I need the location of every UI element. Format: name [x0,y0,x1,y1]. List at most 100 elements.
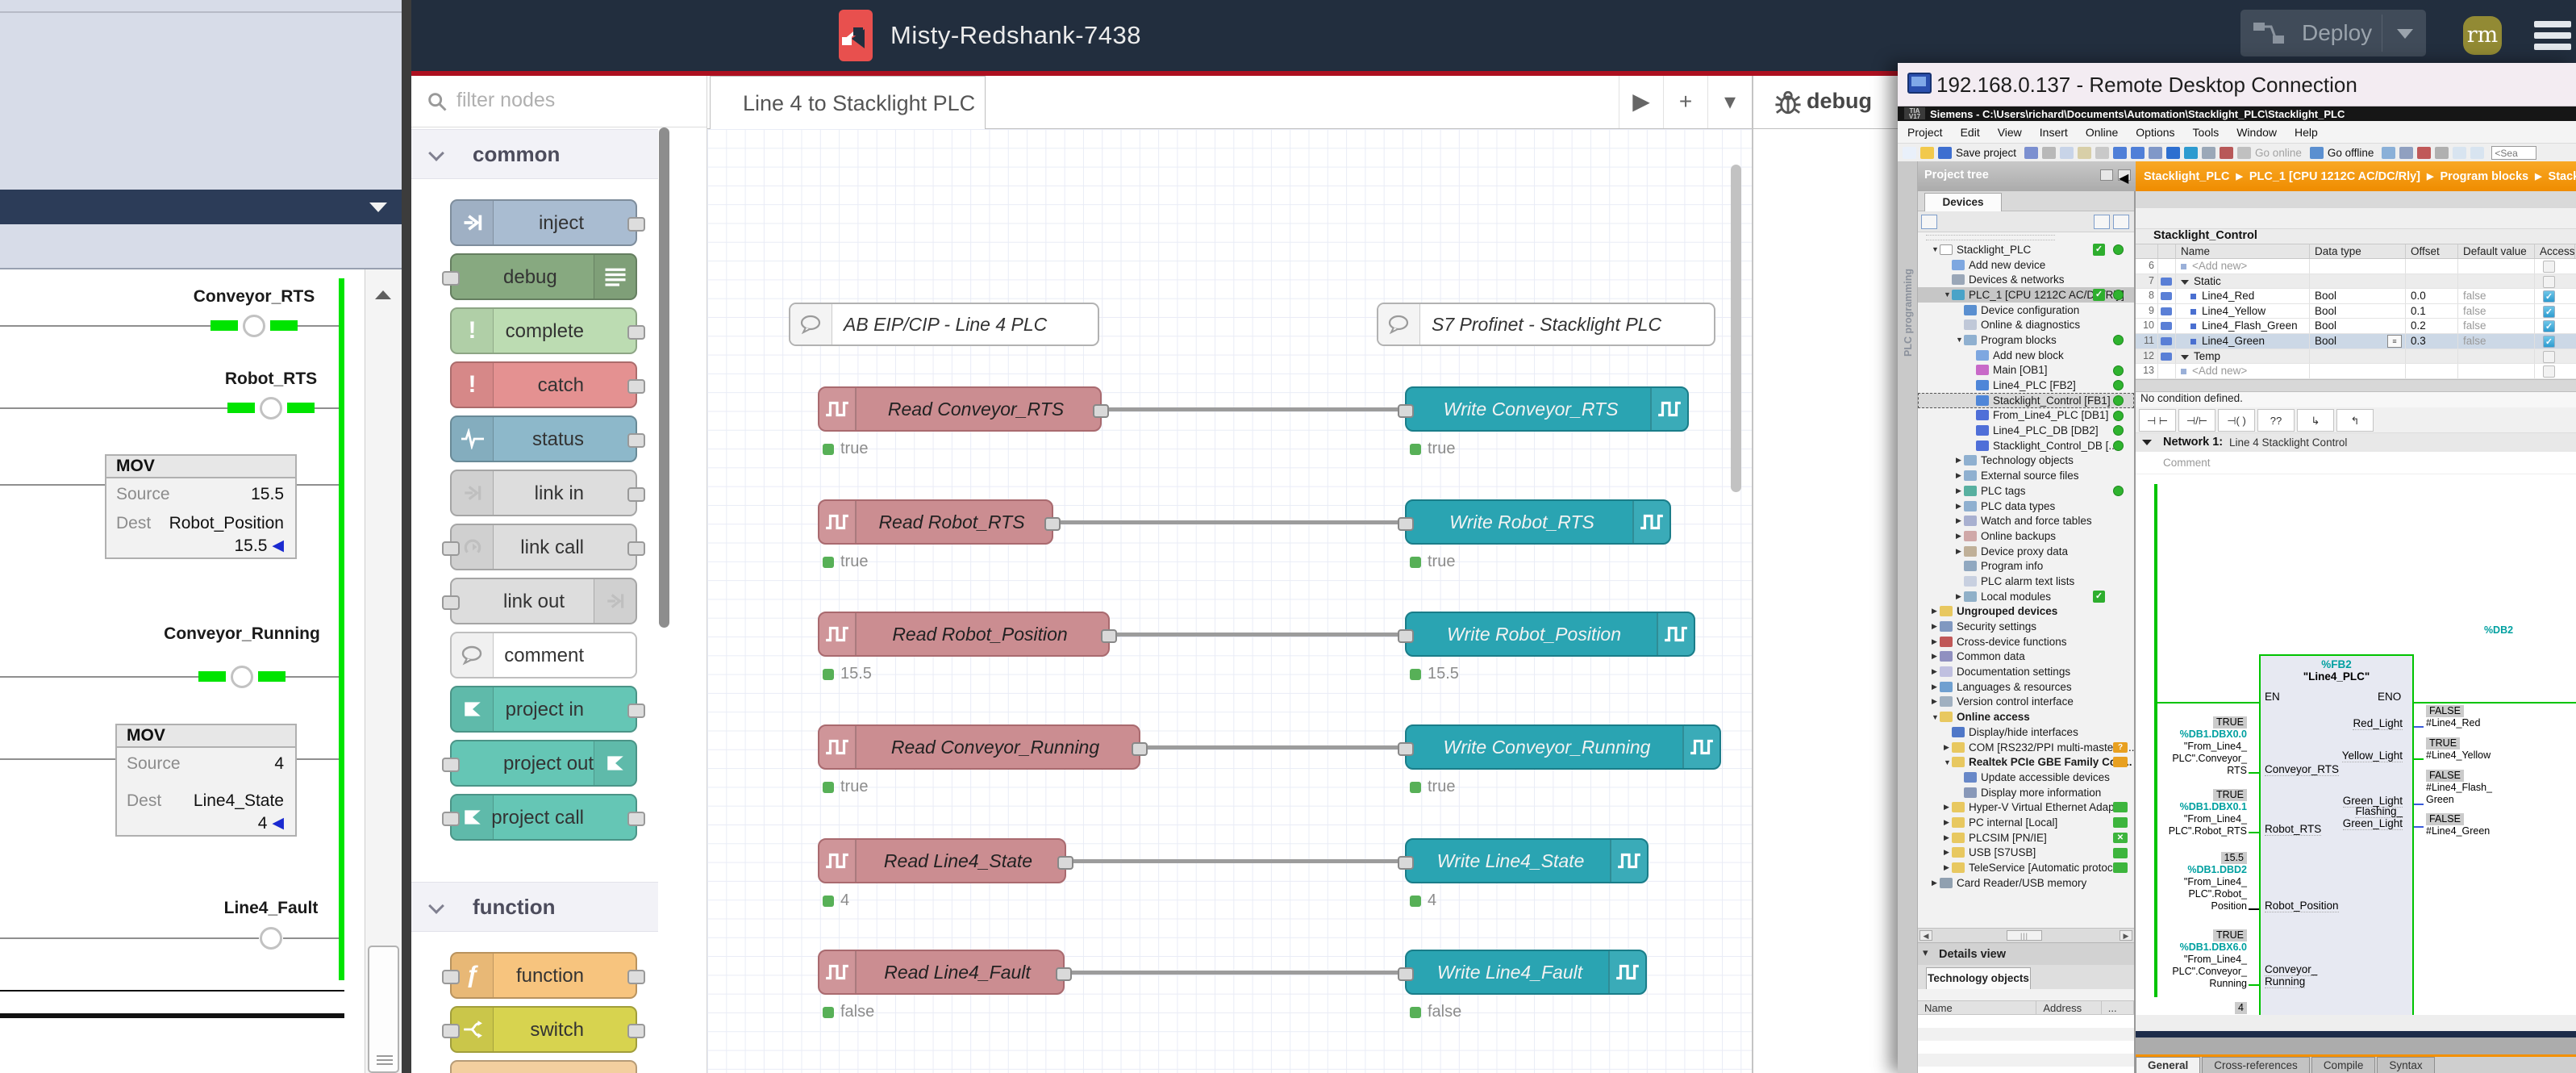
interface-row[interactable]: 6<Add new> [2136,259,2576,274]
palette-node-status[interactable]: status [450,415,637,462]
read-node[interactable]: Read Conveyor_Running [818,724,1140,770]
tree-item[interactable]: ▶Common data [1918,649,2134,665]
tree-down-arrow-icon[interactable]: ▼ [1944,758,1952,766]
accessible-checkbox[interactable] [2543,276,2555,288]
scroll-up-icon[interactable] [375,290,391,299]
menu-item-online[interactable]: Online [2086,126,2118,139]
tree-item[interactable]: ▼Stacklight_PLC✓ [1918,242,2134,257]
download-icon[interactable] [2166,147,2180,159]
palette-node-link-call[interactable]: link call [450,524,637,570]
tree-right-arrow-icon[interactable]: ▶ [1944,848,1952,857]
tab-scroll-button[interactable]: ▶ [1619,76,1663,128]
output-port[interactable] [627,487,645,502]
tree-item[interactable]: Line4_PLC [FB2] [1918,378,2134,393]
output-port[interactable] [627,379,645,394]
tree-item[interactable]: ▶Cross-device functions [1918,634,2134,649]
go-online-label[interactable]: Go online [2255,147,2302,159]
default-cell[interactable] [2458,364,2535,378]
accessible-cell[interactable]: ✓ [2535,289,2575,303]
input-port[interactable] [442,970,460,984]
tree-item[interactable]: ▶COM [RS232/PPI multi-master c...? [1918,740,2134,755]
split-horizontal-icon[interactable] [2453,147,2466,159]
write-node[interactable]: Write Conveyor_Running [1405,724,1721,770]
tree-item[interactable]: ▶Ungrouped devices [1918,604,2134,620]
palette-node-link-out[interactable]: link out [450,578,637,624]
tree-right-arrow-icon[interactable]: ▶ [1932,607,1940,616]
palette-category-function[interactable]: function [411,882,658,932]
menu-item-options[interactable]: Options [2136,126,2174,139]
tree-item[interactable]: ▶External source files [1918,468,2134,483]
output-port[interactable] [627,970,645,984]
palette-node-switch[interactable]: switch [450,1006,637,1053]
tree-item[interactable]: ▶PC internal [Local] [1918,815,2134,830]
offset-cell[interactable] [2406,259,2458,273]
input-port[interactable] [442,271,460,286]
tree-down-arrow-icon[interactable]: ▼ [1932,713,1940,721]
tree-item[interactable]: Line4_PLC_DB [DB2] [1918,423,2134,438]
palette-node-partial[interactable] [450,1060,637,1073]
interface-row[interactable]: 11Line4_GreenBool≡0.3false✓ [2136,334,2576,349]
pane-option-icon[interactable] [2100,169,2113,181]
offset-cell[interactable]: 0.3 [2406,334,2458,349]
flow-list-caret[interactable]: ▾ [1707,76,1752,128]
diagnostics-icon[interactable] [2382,147,2395,159]
go-offline-label[interactable]: Go offline [2328,147,2374,159]
default-cell[interactable] [2458,349,2535,364]
ladder-scrollbar[interactable] [365,269,402,1073]
menu-item-edit[interactable]: Edit [1961,126,1980,139]
tree-new-icon[interactable] [2113,215,2129,229]
accessible-cell[interactable] [2535,349,2575,364]
tree-down-arrow-icon[interactable]: ▼ [1944,290,1952,299]
accessible-cell[interactable] [2535,364,2575,378]
output-port[interactable] [627,541,645,556]
tree-right-arrow-icon[interactable]: ▶ [1932,879,1940,887]
offset-cell[interactable] [2406,274,2458,289]
split-vertical-icon[interactable] [2470,147,2484,159]
tree-down-arrow-icon[interactable]: ▼ [1932,245,1940,253]
collapse-pane-icon[interactable]: ◀ [2118,169,2131,181]
group-caret-icon[interactable] [2181,355,2189,360]
output-port[interactable] [627,325,645,340]
scroll-left-icon[interactable]: ◀ [1919,930,1932,941]
inspector-tab-compile[interactable]: Compile [2311,1057,2376,1073]
tree-item[interactable]: ▶TeleService [Automatic protoco... [1918,860,2134,875]
network-header[interactable]: Network 1: Line 4 Stacklight Control [2136,433,2576,452]
go-offline-icon[interactable] [2310,147,2324,159]
default-cell[interactable] [2458,274,2535,289]
name-cell[interactable]: <Add new> [2176,364,2310,378]
accessible-cell[interactable]: ✓ [2535,334,2575,349]
deploy-button[interactable]: Deploy [2240,10,2426,56]
name-cell[interactable]: Line4_Flash_Green [2176,319,2310,333]
tree-item[interactable]: ▶Security settings [1918,619,2134,634]
interface-row[interactable]: 12Temp [2136,349,2576,365]
read-node[interactable]: Read Line4_State [818,838,1066,883]
breadcrumb-item[interactable]: Stacklight_Co [2549,170,2576,183]
output-port[interactable] [627,217,645,232]
menu-item-window[interactable]: Window [2236,126,2277,139]
comment-node[interactable]: S7 Profinet - Stacklight PLC [1377,303,1715,346]
group-caret-icon[interactable] [2181,280,2189,285]
tree-item[interactable]: ▼Realtek PCIe GBE Family Con... [1918,754,2134,770]
tree-item[interactable]: ▶Device proxy data [1918,544,2134,559]
accessible-cell[interactable] [2535,274,2575,289]
default-cell[interactable]: false [2458,334,2535,349]
canvas-scrollbar[interactable] [1731,165,1741,492]
menu-item-project[interactable]: Project [1907,126,1943,139]
input-port[interactable] [1398,742,1414,756]
tree-item[interactable]: ▶Watch and force tables [1918,513,2134,528]
breadcrumb-item[interactable]: Program blocks [2440,170,2528,183]
palette-node-complete[interactable]: !complete [450,307,637,354]
open-branch-icon[interactable]: ↳ [2297,409,2334,432]
accessible-checkbox[interactable] [2543,365,2555,378]
palette-node-link-in[interactable]: link in [450,470,637,516]
tree-item[interactable]: Stacklight_Control_DB [... [1918,438,2134,453]
name-cell[interactable]: Static [2176,274,2310,289]
output-port[interactable] [627,1024,645,1038]
menu-item-tools[interactable]: Tools [2193,126,2220,139]
paste-icon[interactable] [2078,147,2091,159]
default-cell[interactable]: false [2458,289,2535,303]
write-node[interactable]: Write Conveyor_RTS [1405,386,1689,432]
menu-item-insert[interactable]: Insert [2040,126,2068,139]
tree-right-arrow-icon[interactable]: ▶ [1956,516,1964,525]
input-port[interactable] [442,595,460,610]
